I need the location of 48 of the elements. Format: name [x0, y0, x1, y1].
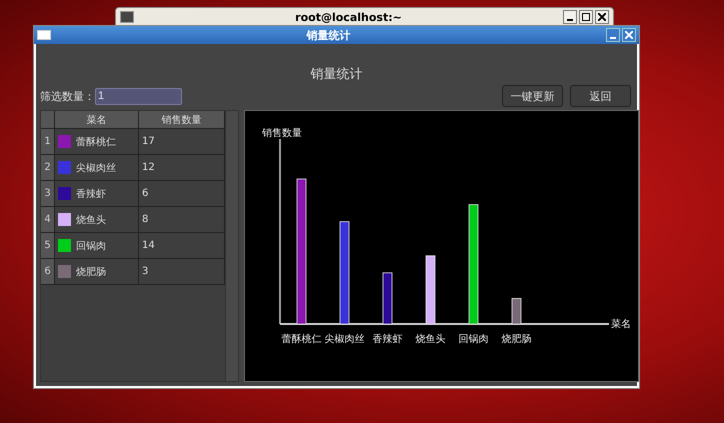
table-cell: 3: [142, 266, 148, 277]
category-label: 蕾酥桃仁: [282, 334, 322, 345]
row-number: 1: [41, 129, 55, 155]
filter-field[interactable]: 1: [95, 88, 182, 104]
filter-label: 筛选数量：: [40, 88, 95, 104]
window-title: root@localhost:~: [294, 10, 403, 24]
table-cell-text: 香辣虾: [76, 188, 106, 200]
minimize-button[interactable]: [563, 10, 577, 24]
category-label: 回锅肉: [458, 334, 488, 345]
row-number: 3: [41, 181, 55, 207]
terminal-icon: [120, 11, 134, 23]
row-number: 5: [41, 233, 55, 259]
row-number: 6: [41, 259, 55, 285]
bar: [426, 255, 436, 324]
close-button[interactable]: [595, 10, 609, 24]
table-cell-text: 烧鱼头: [76, 214, 106, 226]
window-title: 销量统计: [305, 28, 352, 42]
category-label: 烧鱼头: [416, 334, 446, 345]
table-cell-text: 烧肥肠: [76, 266, 106, 278]
maximize-icon: [582, 13, 590, 21]
category-label: 香辣虾: [372, 334, 402, 345]
table-cell: 8: [142, 214, 148, 225]
x-axis-label: 菜名: [611, 319, 631, 330]
row-number: 2: [41, 155, 55, 181]
refresh-button[interactable]: 一键更新: [502, 85, 563, 107]
close-icon: [625, 31, 633, 39]
scrollbar[interactable]: [225, 111, 238, 381]
table-cell-text: 尖椒肉丝: [76, 162, 116, 174]
back-button[interactable]: 返回: [570, 85, 631, 107]
table-cell: 14: [142, 240, 155, 251]
column-header[interactable]: 菜名: [55, 111, 139, 129]
row-number: 4: [41, 207, 55, 233]
column-header[interactable]: 销售数量: [139, 111, 225, 129]
table-cell-text: 蕾酥桃仁: [76, 136, 116, 148]
maximize-button[interactable]: [579, 10, 593, 24]
bar: [382, 272, 392, 324]
y-axis-label: 销售数量: [262, 128, 302, 139]
category-label: 尖椒肉丝: [324, 334, 364, 345]
table-cell: 6: [142, 188, 148, 199]
window-icon: [37, 30, 51, 40]
page-heading: 销量统计: [310, 66, 364, 84]
table-cell: 12: [142, 162, 155, 173]
bar: [512, 298, 522, 324]
table-cell: 17: [142, 136, 155, 147]
category-label: 烧肥肠: [502, 334, 532, 345]
table-corner-header[interactable]: [41, 111, 55, 129]
table-cell-text: 回锅肉: [76, 240, 106, 252]
close-icon: [598, 13, 606, 21]
